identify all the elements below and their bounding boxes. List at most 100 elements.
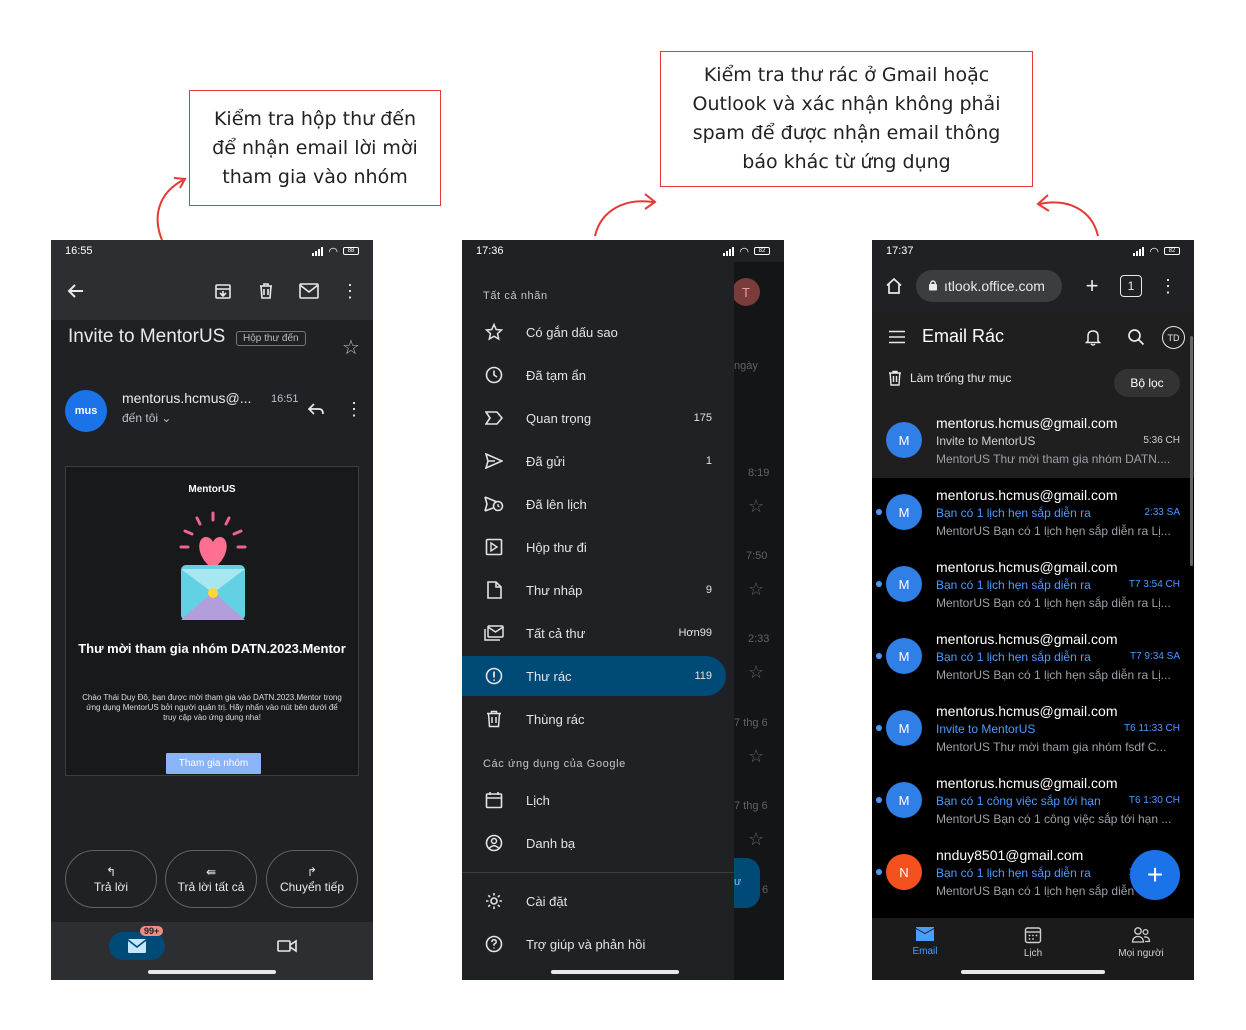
star-icon: ☆ bbox=[748, 496, 765, 516]
drawer-item-sent[interactable]: Đã gửi 1 bbox=[462, 441, 726, 481]
home-icon[interactable] bbox=[880, 272, 908, 300]
message-row[interactable]: M mentorus.hcmus@gmail.com Bạn có 1 lịch… bbox=[872, 622, 1194, 694]
new-tab-icon[interactable]: + bbox=[1078, 272, 1106, 300]
reply-button[interactable]: ↰ Trả lời bbox=[65, 850, 157, 908]
tab-switcher-button[interactable]: 1 bbox=[1120, 275, 1142, 297]
more-icon[interactable]: ⋮ bbox=[336, 276, 364, 306]
unread-count-badge: 99+ bbox=[140, 926, 164, 936]
battery-icon: 82 bbox=[754, 247, 770, 255]
sender-avatar: M bbox=[886, 566, 922, 602]
bell-icon[interactable] bbox=[1080, 324, 1106, 350]
menu-icon[interactable] bbox=[884, 324, 910, 350]
drawer-item-spam[interactable]: Thư rác 119 bbox=[462, 656, 726, 696]
mail-icon[interactable] bbox=[294, 276, 324, 306]
join-group-button[interactable]: Tham gia nhóm bbox=[166, 753, 261, 774]
behind-compose-text: ư bbox=[734, 876, 742, 888]
plus-icon: + bbox=[1146, 859, 1164, 890]
status-time: 17:37 bbox=[886, 245, 914, 257]
message-row[interactable]: M mentorus.hcmus@gmail.com Bạn có 1 lịch… bbox=[872, 550, 1194, 622]
star-icon: ☆ bbox=[748, 662, 765, 682]
drawer-item-snoozed[interactable]: Đã tạm ẩn bbox=[462, 355, 726, 395]
account-avatar[interactable]: TD bbox=[1162, 326, 1185, 349]
drawer-item-starred[interactable]: Có gắn dấu sao bbox=[462, 312, 726, 352]
star-icon: ☆ bbox=[748, 746, 765, 766]
email-time: 16:51 bbox=[271, 393, 299, 405]
scrollbar[interactable] bbox=[1190, 336, 1193, 566]
drawer-item-label: Có gắn dấu sao bbox=[526, 324, 618, 340]
tab-calendar[interactable]: Lịch bbox=[983, 926, 1083, 959]
tab-calendar-label: Lịch bbox=[1023, 948, 1043, 959]
battery-icon: 82 bbox=[1164, 247, 1180, 255]
drawer-item-all-mail[interactable]: Tất cả thư Hơn99 bbox=[462, 613, 726, 653]
message-time: 2:33 SA bbox=[1144, 507, 1180, 518]
drawer-item-important[interactable]: Quan trọng 175 bbox=[462, 398, 726, 438]
home-indicator[interactable] bbox=[551, 970, 679, 974]
compose-button[interactable]: + bbox=[1130, 850, 1180, 900]
invitation-card: MentorUS Thư mời tham gia nhóm DATN.2023… bbox=[65, 466, 359, 776]
drawer-item-contacts[interactable]: Danh bạ bbox=[462, 823, 726, 863]
message-row[interactable]: M mentorus.hcmus@gmail.com Invite to Men… bbox=[872, 406, 1194, 478]
back-icon[interactable] bbox=[61, 276, 91, 306]
home-indicator[interactable] bbox=[148, 970, 276, 974]
tab-people[interactable]: Mọi người bbox=[1091, 926, 1191, 959]
forward-button[interactable]: ↱ Chuyển tiếp bbox=[266, 850, 358, 908]
drawer-item-count: 9 bbox=[705, 584, 712, 596]
contacts-icon bbox=[462, 834, 526, 852]
card-brand: MentorUS bbox=[188, 484, 236, 495]
sender-avatar: M bbox=[886, 710, 922, 746]
email-subject: Invite to MentorUS bbox=[68, 326, 226, 347]
behind-text: ngày bbox=[734, 360, 758, 372]
home-indicator[interactable] bbox=[961, 970, 1105, 974]
drawer-item-drafts[interactable]: Thư nháp 9 bbox=[462, 570, 726, 610]
message-row[interactable]: M mentorus.hcmus@gmail.com Bạn có 1 công… bbox=[872, 766, 1194, 838]
message-row[interactable]: M mentorus.hcmus@gmail.com Invite to Men… bbox=[872, 694, 1194, 766]
message-row[interactable]: M mentorus.hcmus@gmail.com Bạn có 1 lịch… bbox=[872, 478, 1194, 550]
video-icon[interactable] bbox=[273, 932, 301, 960]
search-icon[interactable] bbox=[1123, 324, 1149, 350]
chevron-down-icon: ⌄ bbox=[161, 411, 172, 425]
recipient-dropdown[interactable]: đến tôi ⌄ bbox=[122, 411, 171, 425]
reply-icon[interactable] bbox=[303, 396, 329, 422]
reply-all-icon: ⇚ bbox=[205, 864, 217, 879]
callout-check-spam-text: Kiểm tra thư rác ở Gmail hoặc Outlook và… bbox=[692, 64, 1001, 173]
message-preview: MentorUS Bạn có 1 lịch hẹn sắp diễn ra L… bbox=[936, 668, 1171, 682]
message-subject: Bạn có 1 lịch hẹn sắp diễn ra bbox=[936, 506, 1091, 520]
message-preview: MentorUS Bạn có 1 lịch hẹn sắp diễn ra L… bbox=[936, 524, 1171, 538]
account-initials: TD bbox=[1167, 332, 1180, 343]
drawer-item-scheduled[interactable]: Đã lên lịch bbox=[462, 484, 726, 524]
drawer-item-outbox[interactable]: Hộp thư đi bbox=[462, 527, 726, 567]
draft-icon bbox=[462, 581, 526, 599]
outlook-header: Email Rác TD Làm trống thư mục Bộ lọc bbox=[872, 312, 1194, 406]
message-time: 5:36 CH bbox=[1143, 435, 1180, 446]
sender-avatar: M bbox=[886, 638, 922, 674]
trash-icon[interactable] bbox=[251, 276, 281, 306]
message-sender: mentorus.hcmus@gmail.com bbox=[936, 775, 1118, 791]
tab-email[interactable]: Email bbox=[875, 926, 975, 957]
more-icon[interactable]: ⋮ bbox=[341, 396, 367, 422]
message-subject: Invite to MentorUS bbox=[936, 722, 1036, 736]
filter-button[interactable]: Bộ lọc bbox=[1114, 369, 1180, 397]
forward-icon: ↱ bbox=[306, 864, 318, 879]
inbox-label-chip[interactable]: Hộp thư đến bbox=[236, 331, 306, 346]
empty-folder-button[interactable]: Làm trống thư mục bbox=[888, 370, 1011, 386]
drawer-item-help[interactable]: Trợ giúp và phản hồi bbox=[462, 924, 726, 964]
archive-icon[interactable] bbox=[208, 276, 238, 306]
message-sender: mentorus.hcmus@gmail.com bbox=[936, 415, 1118, 431]
star-icon[interactable]: ☆ bbox=[338, 334, 364, 360]
drawer-item-calendar[interactable]: Lịch bbox=[462, 780, 726, 820]
drawer-item-trash[interactable]: Thùng rác bbox=[462, 699, 726, 739]
forward-button-label: Chuyển tiếp bbox=[279, 879, 345, 894]
message-preview: MentorUS Thư mời tham gia nhóm fsdf C... bbox=[936, 740, 1167, 754]
callout-check-inbox-text: Kiểm tra hộp thư đến để nhận email lời m… bbox=[212, 107, 418, 188]
signal-icon bbox=[1133, 246, 1145, 256]
message-sender: mentorus.hcmus@gmail.com bbox=[936, 487, 1118, 503]
behind-time: 2:33 bbox=[748, 633, 770, 645]
more-icon[interactable]: ⋮ bbox=[1156, 272, 1180, 300]
account-avatar-text: T bbox=[742, 284, 750, 300]
sender-avatar: M bbox=[886, 494, 922, 530]
address-bar[interactable]: ıtlook.office.com bbox=[916, 270, 1062, 302]
drawer-item-settings[interactable]: Cài đặt bbox=[462, 881, 726, 921]
behind-compose-button: ư bbox=[732, 858, 760, 908]
mail-tab[interactable] bbox=[109, 932, 165, 960]
reply-all-button[interactable]: ⇚ Trả lời tất cả bbox=[165, 850, 257, 908]
